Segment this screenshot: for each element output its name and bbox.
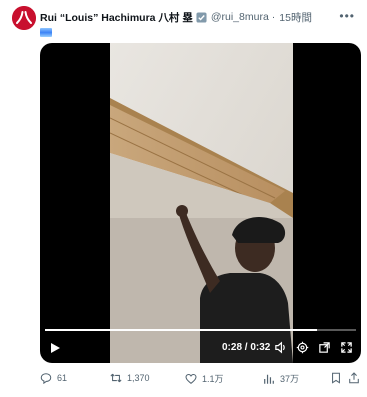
share-icon xyxy=(349,372,359,384)
avatar[interactable] xyxy=(12,6,36,30)
handle[interactable]: @rui_8mura xyxy=(211,11,269,23)
like-count: 1.1万 xyxy=(202,374,224,384)
reply-count: 61 xyxy=(57,373,68,383)
progress-bar[interactable] xyxy=(45,329,356,331)
timecode: 0:28 / 0:32 xyxy=(222,342,271,353)
views-icon xyxy=(264,374,274,384)
repost-button[interactable]: 1,370 xyxy=(110,372,150,384)
like-button[interactable]: 1.1万 xyxy=(185,372,224,385)
heart-icon xyxy=(185,373,197,384)
play-icon[interactable] xyxy=(49,342,61,354)
display-name[interactable]: Rui “Louis” Hachimura 八村 塁 xyxy=(40,10,193,25)
repost-count: 1,370 xyxy=(127,373,150,383)
settings-icon[interactable] xyxy=(296,341,309,354)
tweet-text xyxy=(40,27,52,39)
views-button[interactable]: 37万 xyxy=(263,372,299,385)
share-button[interactable] xyxy=(348,372,365,384)
tweet-header: Rui “Louis” Hachimura 八村 塁 @rui_8mura · … xyxy=(40,9,359,25)
popout-icon[interactable] xyxy=(318,341,331,354)
progress-fill xyxy=(45,329,318,331)
volume-icon[interactable] xyxy=(274,341,287,354)
more-icon[interactable]: ••• xyxy=(339,9,355,23)
video-still-image xyxy=(110,43,293,363)
timestamp[interactable]: 15時間 xyxy=(279,10,312,25)
action-bar: 61 1,370 1.1万 37万 xyxy=(40,372,359,388)
fullscreen-icon[interactable] xyxy=(340,341,353,354)
video-player[interactable]: 0:28 / 0:32 xyxy=(40,43,361,363)
reply-icon xyxy=(40,373,52,384)
separator-dot: · xyxy=(271,11,276,23)
verified-badge-icon xyxy=(196,11,207,23)
video-controls: 0:28 / 0:32 xyxy=(40,323,361,363)
flag-emoji-icon xyxy=(40,28,52,37)
video-frame xyxy=(110,43,293,363)
bookmark-icon xyxy=(332,372,340,384)
reply-button[interactable]: 61 xyxy=(40,372,67,384)
avatar-logo-icon xyxy=(12,6,36,30)
repost-icon xyxy=(110,373,122,383)
views-count: 37万 xyxy=(280,374,300,384)
bookmark-button[interactable] xyxy=(330,372,347,384)
